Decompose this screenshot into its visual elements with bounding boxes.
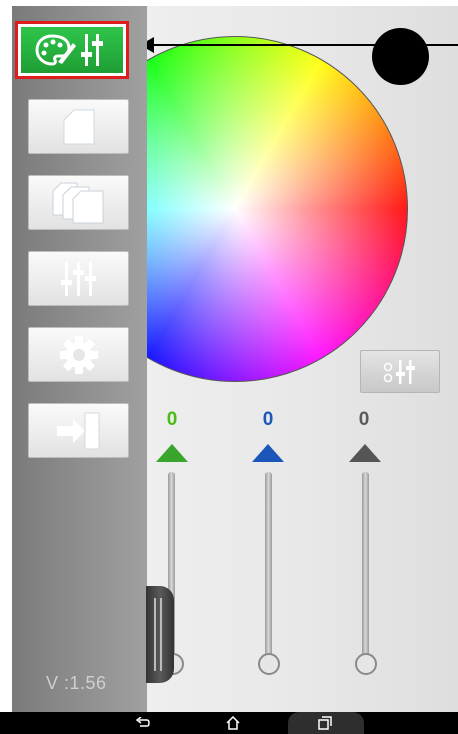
settings-button[interactable] [28, 327, 129, 382]
multiple-pages-button[interactable] [28, 175, 129, 230]
gray-slider-track[interactable] [362, 472, 369, 660]
home-button[interactable] [222, 713, 244, 733]
gear-icon [59, 335, 98, 374]
single-page-button[interactable] [28, 99, 129, 154]
palette-sliders-icon [35, 34, 103, 66]
back-button[interactable] [132, 713, 154, 733]
drawer-handle[interactable] [146, 586, 174, 683]
app-screen: V :1.56 0 0 0 [0, 0, 458, 734]
sliders-icon [60, 261, 96, 296]
green-increment-arrow[interactable] [156, 444, 188, 462]
home-icon [226, 716, 240, 730]
blue-slider-track[interactable] [265, 472, 272, 660]
multiple-pages-icon [52, 182, 103, 223]
gray-slider-thumb[interactable] [355, 653, 377, 675]
single-page-icon [63, 109, 94, 144]
callout-arrow-line [150, 44, 458, 46]
blue-channel-value: 0 [262, 409, 274, 430]
gray-channel-value: 0 [358, 409, 370, 430]
rgb-sliders-icon [383, 359, 415, 384]
sliders-button[interactable] [28, 251, 129, 306]
recents-icon [318, 716, 332, 730]
recents-button[interactable] [314, 713, 336, 733]
gray-increment-arrow[interactable] [349, 444, 381, 462]
blue-increment-arrow[interactable] [252, 444, 284, 462]
exit-door-icon [56, 412, 99, 449]
green-channel-value: 0 [166, 409, 178, 430]
color-preview-swatch [372, 28, 429, 85]
exit-button[interactable] [28, 403, 129, 458]
rgb-mode-button[interactable] [360, 350, 440, 393]
version-label: V :1.56 [46, 673, 107, 693]
blue-slider-thumb[interactable] [258, 653, 280, 675]
palette-mode-button[interactable] [15, 21, 129, 79]
back-icon [136, 717, 150, 727]
